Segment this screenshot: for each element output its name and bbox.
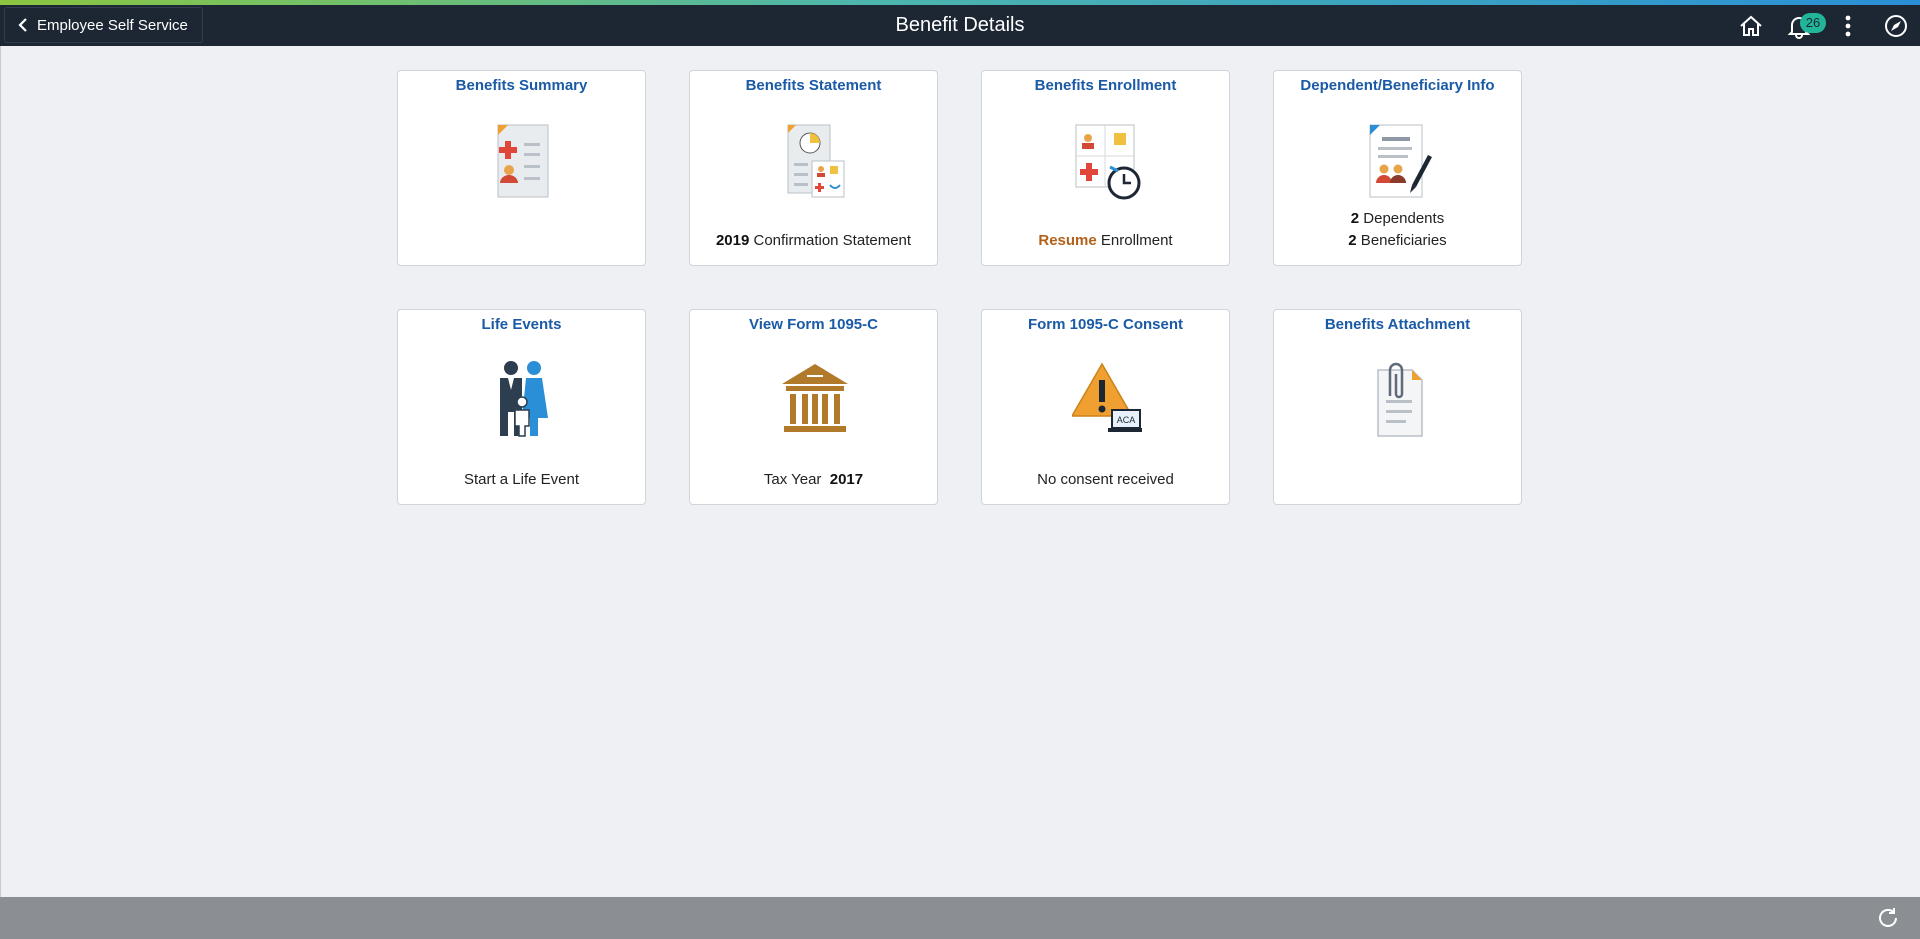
header-bar: Employee Self Service Benefit Details 26 <box>0 5 1920 46</box>
page-title: Benefit Details <box>895 14 1025 36</box>
building-columns-icon <box>780 360 850 440</box>
tax-year-value: 2017 <box>829 471 864 488</box>
tile-title: Benefits Attachment <box>1324 316 1471 333</box>
tile-life-events[interactable]: Life Events Start a Life Event <box>397 309 646 505</box>
footer-bar <box>0 897 1920 939</box>
beneficiaries-line: 2 Beneficiaries <box>1274 232 1521 249</box>
chevron-left-icon <box>18 18 27 32</box>
home-icon[interactable] <box>1738 13 1764 39</box>
dependents-line: 2 Dependents <box>1274 210 1521 227</box>
beneficiaries-count: 2 <box>1348 232 1357 249</box>
tile-dependent-beneficiary-info[interactable]: Dependent/Beneficiary Info 2 Dependents … <box>1273 70 1522 266</box>
paperclip-document-icon <box>1364 360 1434 440</box>
tile-view-form-1095c[interactable]: View Form 1095-C Tax Year 2017 <box>689 309 938 505</box>
aca-label: ACA <box>1117 415 1136 425</box>
refresh-icon[interactable] <box>1876 906 1900 930</box>
warning-aca-icon: ACA <box>1070 360 1144 440</box>
family-icon <box>488 360 558 440</box>
benefits-statement-icon <box>780 121 850 201</box>
tile-title: View Form 1095-C <box>749 316 878 333</box>
dependent-beneficiary-icon <box>1364 121 1434 201</box>
tile-info: Start a Life Event <box>463 471 580 488</box>
tile-title: Benefits Statement <box>745 77 882 94</box>
resume-link[interactable]: Resume <box>1038 232 1096 249</box>
tile-info: No consent received <box>1037 471 1174 488</box>
tile-benefits-attachment[interactable]: Benefits Attachment <box>1273 309 1522 505</box>
tile-info: Tax Year 2017 <box>690 471 937 488</box>
tile-info: Resume Enrollment <box>982 232 1229 249</box>
back-button[interactable]: Employee Self Service <box>4 7 203 43</box>
back-button-label: Employee Self Service <box>37 16 188 34</box>
dependents-count: 2 <box>1350 210 1360 227</box>
tile-info: 2019 Confirmation Statement <box>690 232 937 249</box>
more-vertical-icon[interactable] <box>1835 13 1861 39</box>
tile-benefits-statement[interactable]: Benefits Statement 2019 Confirmation Sta… <box>689 70 938 266</box>
tile-form-1095c-consent[interactable]: Form 1095-C Consent ACA No consent recei… <box>981 309 1230 505</box>
navbar-icon[interactable] <box>1883 13 1909 39</box>
benefits-enrollment-icon <box>1072 121 1142 201</box>
beneficiaries-label: Beneficiaries <box>1356 232 1447 249</box>
tax-year-label: Tax Year <box>763 471 830 488</box>
tile-title: Benefits Summary <box>455 77 588 94</box>
dependents-label: Dependents <box>1359 210 1445 227</box>
tile-benefits-enrollment[interactable]: Benefits Enrollment Resume Enrollment <box>981 70 1230 266</box>
tile-title: Life Events <box>481 316 562 333</box>
statement-label: Confirmation Statement <box>749 232 912 249</box>
benefits-summary-icon <box>488 121 558 201</box>
tile-title: Form 1095-C Consent <box>1027 316 1184 333</box>
notification-count-badge[interactable]: 26 <box>1800 13 1826 33</box>
enrollment-label: Enrollment <box>1096 232 1173 249</box>
tile-title: Benefits Enrollment <box>1034 77 1177 94</box>
tile-benefits-summary[interactable]: Benefits Summary <box>397 70 646 266</box>
page-left-border <box>0 46 1 897</box>
statement-year: 2019 <box>715 232 750 249</box>
tile-title: Dependent/Beneficiary Info <box>1300 77 1495 94</box>
